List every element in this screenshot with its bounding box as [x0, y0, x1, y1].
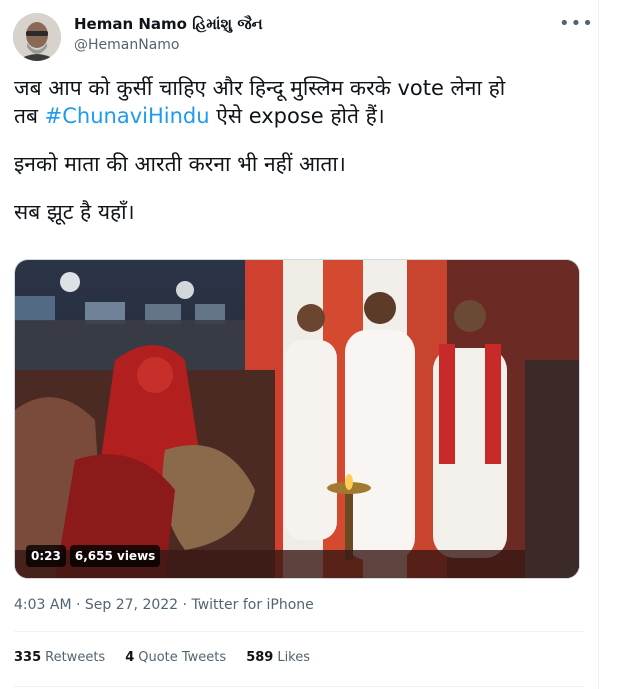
video-overlay: 0:23 6,655 views	[26, 545, 161, 567]
quote-tweets-stat[interactable]: 4 Quote Tweets	[125, 650, 226, 665]
divider	[14, 686, 584, 687]
tweet-line: ऐसे expose होते हैं।	[209, 104, 385, 128]
meta-separator: ·	[76, 597, 85, 613]
timeline-border	[598, 0, 599, 689]
likes-label: Likes	[277, 650, 311, 665]
tweet-line: जब आप को कुर्सी चाहिए और हिन्दू मुस्लिम …	[14, 76, 506, 100]
likes-count: 589	[246, 650, 274, 665]
video-player[interactable]	[14, 259, 580, 579]
divider	[14, 631, 584, 632]
tweet-line: इनको माता की आरती करना भी नहीं आता।	[14, 152, 346, 176]
engagement-stats: 335 Retweets 4 Quote Tweets 589 Likes	[14, 650, 330, 665]
tweet-line: सब झूट है यहाँ।	[14, 200, 135, 224]
likes-stat[interactable]: 589 Likes	[246, 650, 310, 665]
video-duration: 0:23	[26, 545, 66, 567]
tweet-date[interactable]: Sep 27, 2022	[85, 597, 178, 613]
tweet-paragraph: इनको माता की आरती करना भी नहीं आता।	[14, 150, 584, 178]
tweet-meta: 4:03 AM · Sep 27, 2022 · Twitter for iPh…	[14, 597, 314, 613]
quote-tweets-label: Quote Tweets	[138, 650, 227, 665]
hashtag-link[interactable]: #ChunaviHindu	[45, 104, 210, 128]
tweet-paragraph: सब झूट है यहाँ।	[14, 198, 584, 226]
author-name[interactable]: Heman Namo હિમાંશુ જૈન	[74, 15, 263, 33]
tweet-time[interactable]: 4:03 AM	[14, 597, 72, 613]
more-options-icon[interactable]: •••	[559, 12, 593, 36]
tweet-text: जब आप को कुर्सी चाहिए और हिन्दू मुस्लिम …	[14, 74, 584, 246]
tweet-source[interactable]: Twitter for iPhone	[191, 597, 313, 613]
avatar[interactable]	[13, 13, 61, 61]
retweets-count: 335	[14, 650, 42, 665]
video-views: 6,655 views	[69, 545, 161, 567]
tweet-line: तब	[14, 104, 45, 128]
retweets-label: Retweets	[45, 650, 106, 665]
author-handle[interactable]: @HemanNamo	[74, 37, 180, 53]
tweet-paragraph: जब आप को कुर्सी चाहिए और हिन्दू मुस्लिम …	[14, 74, 584, 130]
video-thumbnail	[15, 260, 579, 578]
retweets-stat[interactable]: 335 Retweets	[14, 650, 105, 665]
quote-tweets-count: 4	[125, 650, 135, 665]
